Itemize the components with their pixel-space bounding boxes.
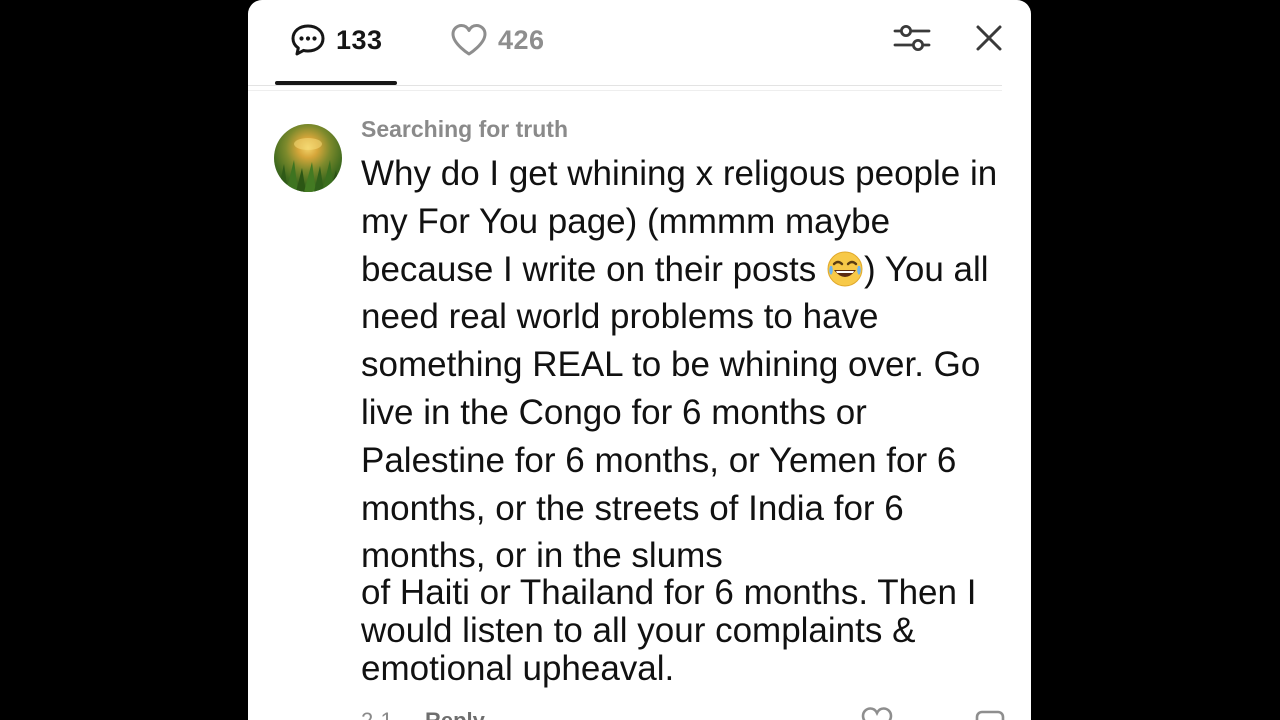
- sliders-icon: [893, 21, 931, 60]
- comment-text-part2: ) You all need real world problems to ha…: [361, 249, 989, 576]
- comment-text: Why do I get whining x religous people i…: [361, 150, 1011, 580]
- comment-count: 133: [336, 24, 383, 55]
- comment-text-tail: of Haiti or Thailand for 6 months. Then …: [361, 573, 977, 688]
- comments-panel: 133 426 Searching for truth Why do I get…: [248, 0, 1031, 720]
- avatar[interactable]: [274, 124, 342, 192]
- header-divider-secondary: [248, 90, 1002, 91]
- laughing-emoji-icon: [826, 250, 864, 288]
- comment-dislike-button[interactable]: [974, 706, 1008, 720]
- comment-footer: 2-1 Reply: [361, 708, 1011, 720]
- reply-button[interactable]: Reply: [425, 708, 485, 720]
- comments-header: 133 426: [248, 0, 1031, 86]
- like-count: 426: [498, 24, 545, 55]
- heart-icon: [450, 23, 488, 57]
- comment-bubble-icon: [290, 23, 326, 57]
- comment-username[interactable]: Searching for truth: [361, 116, 568, 143]
- tab-likes[interactable]: 426: [450, 20, 545, 60]
- header-divider: [248, 85, 1002, 86]
- filter-button[interactable]: [892, 20, 932, 60]
- close-button[interactable]: [969, 20, 1009, 60]
- comment-like-button[interactable]: [860, 706, 894, 720]
- avatar-image: [278, 138, 340, 192]
- thumbs-down-icon: [975, 710, 1005, 720]
- comment-timestamp: 2-1: [361, 708, 393, 720]
- close-icon: [974, 23, 1004, 58]
- tab-comments[interactable]: 133: [290, 20, 383, 60]
- comment-heart-icon: [861, 707, 893, 720]
